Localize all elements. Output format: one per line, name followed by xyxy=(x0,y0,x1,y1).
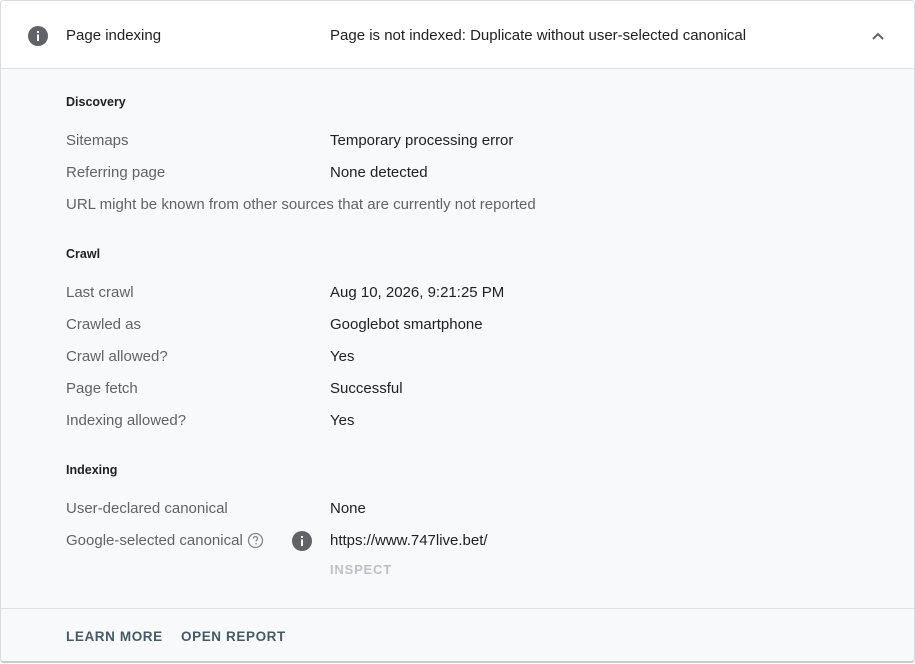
section-title-indexing: Indexing xyxy=(66,463,118,477)
row-label-last-crawl: Last crawl xyxy=(66,284,134,301)
row-value-referring-page: None detected xyxy=(330,164,428,181)
row-label-indexing-allowed: Indexing allowed? xyxy=(66,412,187,429)
row-value-last-crawl: Aug 10, 2026, 9:21:25 PM xyxy=(330,284,505,301)
row-label-crawl-allowed: Crawl allowed? xyxy=(66,348,168,365)
row-value-crawl-allowed: Yes xyxy=(330,348,355,365)
help-icon[interactable] xyxy=(247,532,264,549)
learn-more-button[interactable]: LEARN MORE xyxy=(66,629,163,644)
row-value-sitemaps: Temporary processing error xyxy=(330,132,514,149)
row-label-crawled-as: Crawled as xyxy=(66,316,142,333)
open-report-button[interactable]: OPEN REPORT xyxy=(181,629,286,644)
indexing-status: Page is not indexed: Duplicate without u… xyxy=(330,27,747,44)
info-icon[interactable] xyxy=(291,530,313,552)
section-title-crawl: Crawl xyxy=(66,247,101,261)
row-value-google-selected-canonical: https://www.747live.bet/ xyxy=(330,532,488,549)
row-value-indexing-allowed: Yes xyxy=(330,412,355,429)
row-value-page-fetch: Successful xyxy=(330,380,403,397)
page-indexing-card: Page indexing Page is not indexed: Dupli… xyxy=(0,0,915,663)
info-icon xyxy=(28,26,48,46)
discovery-note: URL might be known from other sources th… xyxy=(66,196,536,213)
section-title-discovery: Discovery xyxy=(66,95,126,109)
row-label-page-fetch: Page fetch xyxy=(66,380,138,397)
row-label-user-declared-canonical: User-declared canonical xyxy=(66,500,228,517)
row-value-crawled-as: Googlebot smartphone xyxy=(330,316,483,333)
row-label-sitemaps: Sitemaps xyxy=(66,132,129,149)
header-title: Page indexing xyxy=(66,27,162,44)
card-header[interactable]: Page indexing Page is not indexed: Dupli… xyxy=(1,1,914,69)
row-label-google-selected-canonical: Google-selected canonical xyxy=(66,532,243,549)
inspect-button[interactable]: INSPECT xyxy=(330,562,392,577)
row-value-user-declared-canonical: None xyxy=(330,500,366,517)
card-footer: LEARN MORE OPEN REPORT xyxy=(1,608,914,661)
chevron-up-icon[interactable] xyxy=(867,25,889,47)
row-label-referring-page: Referring page xyxy=(66,164,166,181)
